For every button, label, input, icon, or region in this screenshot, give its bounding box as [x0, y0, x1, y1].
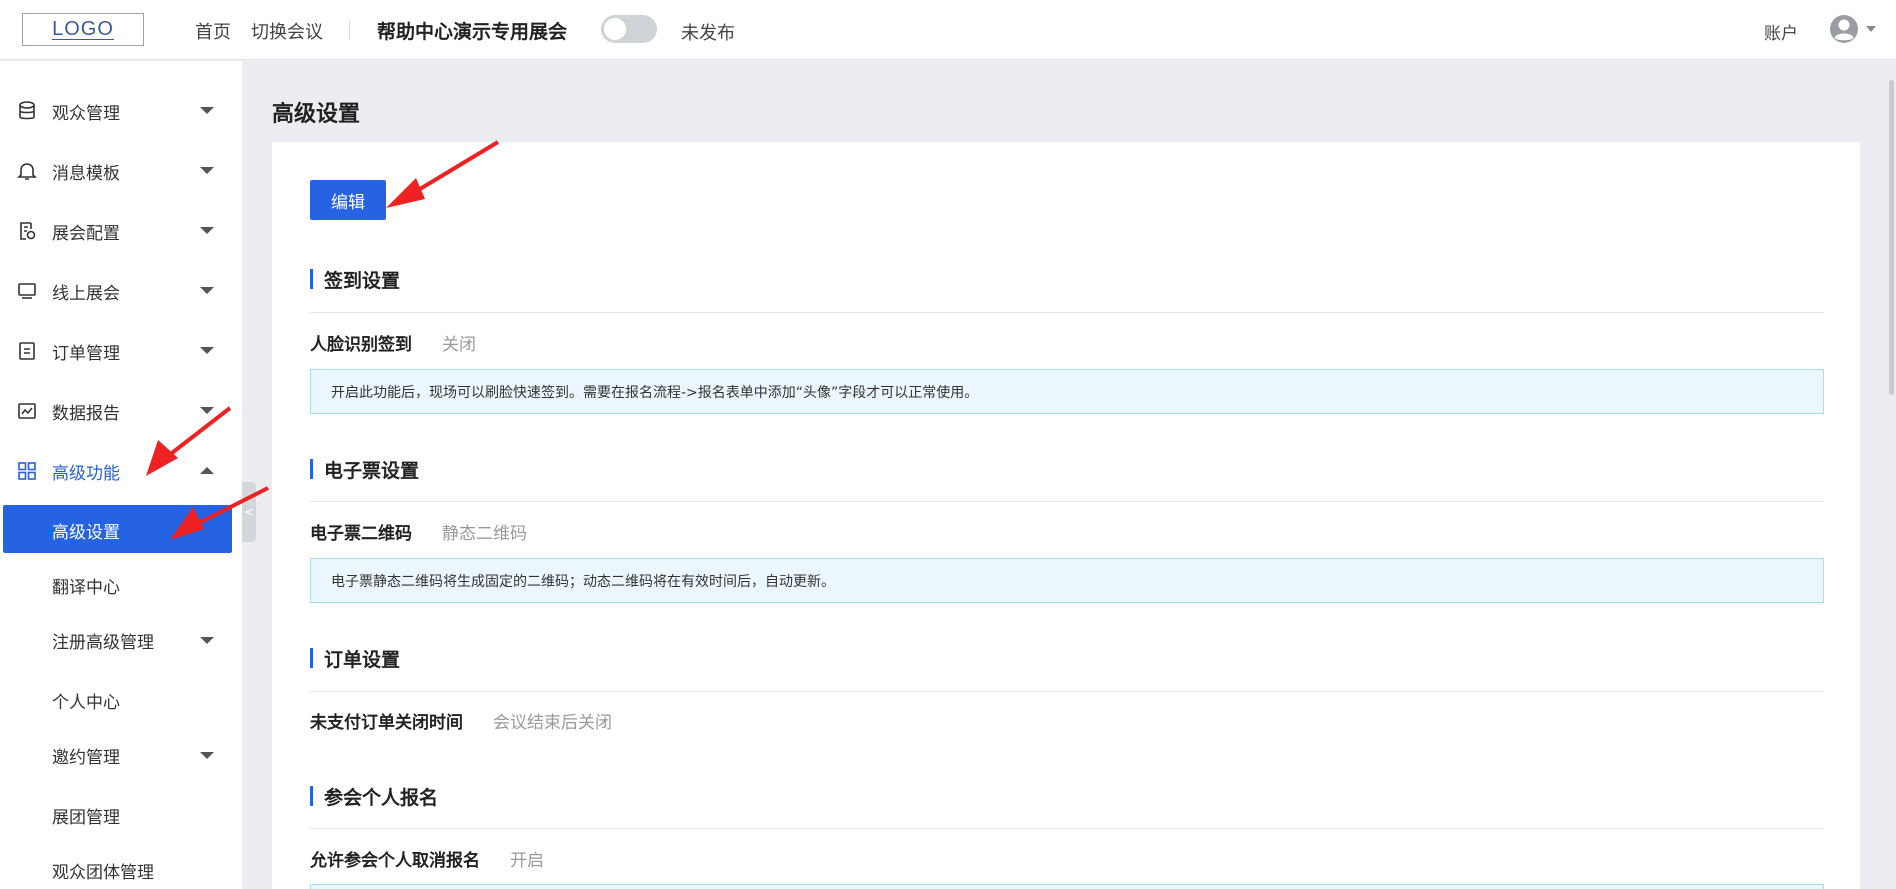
user-avatar-icon[interactable] [1829, 14, 1859, 44]
sidebar-item-label: 订单管理 [52, 344, 120, 364]
field-value: 会议结束后关闭 [493, 713, 612, 733]
page-scrollbar[interactable] [1889, 80, 1894, 395]
account-link[interactable]: 账户 [1764, 19, 1798, 44]
sidebar-item-online-expo[interactable]: 线上展会 [0, 268, 242, 312]
field-label: 人脸识别签到 [310, 335, 412, 355]
chevron-down-icon [200, 752, 214, 759]
sidebar-subitem-audience-group[interactable]: 观众团体管理 [0, 845, 242, 889]
divider [310, 828, 1824, 829]
divider [310, 691, 1824, 692]
section-title: 电子票设置 [324, 459, 420, 482]
sidebar-subitem-label: 展团管理 [52, 808, 120, 828]
database-icon [19, 101, 35, 120]
info-note [310, 884, 1824, 889]
publish-status: 未发布 [681, 23, 735, 44]
info-note: 开启此功能后，现场可以刷脸快速签到。需要在报名流程->报名表单中添加“头像”字段… [310, 369, 1824, 414]
sidebar-item-label: 线上展会 [52, 284, 120, 304]
field-value: 关闭 [442, 335, 476, 355]
nav-home-link[interactable]: 首页 [195, 18, 231, 44]
top-header: LOGO 首页 切换会议 帮助中心演示专用展会 未发布 账户 [0, 0, 1896, 60]
publish-toggle[interactable] [601, 15, 657, 43]
divider [310, 312, 1824, 313]
sidebar-item-label: 观众管理 [52, 104, 120, 124]
avatar-chevron-down-icon[interactable] [1866, 26, 1876, 32]
field-row: 未支付订单关闭时间 会议结束后关闭 [310, 708, 612, 733]
sidebar-subitem-translation-center[interactable]: 翻译中心 [0, 560, 242, 608]
section-header: 参会个人报名 [310, 784, 439, 809]
sidebar-subitem-label: 翻译中心 [52, 578, 120, 598]
logo[interactable]: LOGO [22, 13, 144, 46]
chevron-down-icon [200, 227, 214, 234]
section-accent-bar [310, 786, 313, 806]
field-row: 允许参会个人取消报名 开启 [310, 846, 544, 871]
chevron-down-icon [200, 637, 214, 644]
field-label: 允许参会个人取消报名 [310, 851, 480, 871]
header-divider [349, 20, 350, 40]
field-label: 未支付订单关闭时间 [310, 713, 463, 733]
sidebar-item-advanced-features[interactable]: 高级功能 [0, 448, 242, 492]
field-value: 静态二维码 [442, 524, 527, 544]
section-title: 签到设置 [324, 269, 401, 292]
chevron-down-icon [200, 407, 214, 414]
sidebar-item-label: 高级功能 [52, 464, 120, 484]
section-header: 订单设置 [310, 646, 401, 671]
chevron-down-icon [200, 167, 214, 174]
sidebar-item-message-template[interactable]: 消息模板 [0, 148, 242, 192]
sidebar-item-audience[interactable]: 观众管理 [0, 88, 242, 132]
sidebar-subitem-advanced-settings[interactable]: 高级设置 [3, 505, 232, 553]
monitor-icon [18, 283, 36, 299]
sidebar-subitem-invitation[interactable]: 邀约管理 [0, 730, 242, 778]
info-note: 电子票静态二维码将生成固定的二维码；动态二维码将在有效时间后，自动更新。 [310, 558, 1824, 603]
field-label: 电子票二维码 [310, 524, 412, 544]
sidebar-subitem-registration-advanced[interactable]: 注册高级管理 [0, 615, 242, 663]
sidebar-subitem-delegation[interactable]: 展团管理 [0, 790, 242, 838]
order-doc-icon [19, 342, 35, 360]
chevron-left-icon: < [243, 505, 255, 519]
sidebar-subitem-label: 注册高级管理 [52, 633, 154, 653]
section-accent-bar [310, 648, 313, 668]
sidebar-subitem-label: 个人中心 [52, 693, 120, 713]
settings-card: 编辑 签到设置 人脸识别签到 关闭 开启此功能后，现场可以刷脸快速签到。需要在报名… [272, 142, 1860, 889]
sidebar-item-label: 展会配置 [52, 224, 120, 244]
chevron-down-icon [200, 107, 214, 114]
section-header: 签到设置 [310, 267, 401, 292]
page-title: 高级设置 [272, 102, 361, 127]
nav-switch-meeting-link[interactable]: 切换会议 [251, 18, 323, 44]
sidebar-subitem-label: 观众团体管理 [52, 863, 154, 883]
grid-icon [18, 462, 36, 480]
sidebar-item-data-report[interactable]: 数据报告 [0, 388, 242, 432]
chevron-up-icon [200, 467, 214, 474]
sidebar-subitem-label: 邀约管理 [52, 748, 120, 768]
section-accent-bar [310, 459, 313, 479]
sidebar-subitem-personal-center[interactable]: 个人中心 [0, 675, 242, 723]
doc-settings-icon [20, 222, 36, 240]
field-value: 开启 [510, 851, 544, 871]
section-header: 电子票设置 [310, 457, 420, 482]
field-row: 人脸识别签到 关闭 [310, 330, 476, 355]
sidebar-collapse-handle[interactable]: < [242, 482, 256, 542]
bell-icon [17, 163, 37, 180]
expo-title: 帮助中心演示专用展会 [377, 21, 568, 43]
section-accent-bar [310, 269, 313, 289]
sidebar: 观众管理 消息模板 展会配置 线上展会 订单管理 数据报告 高级功能 高级设置 … [0, 61, 242, 889]
sidebar-item-label: 数据报告 [52, 404, 120, 424]
sidebar-subitem-label: 高级设置 [52, 523, 120, 543]
chart-icon [18, 403, 36, 419]
edit-button[interactable]: 编辑 [310, 180, 386, 220]
top-nav: 首页 切换会议 [195, 18, 323, 44]
chevron-down-icon [200, 347, 214, 354]
chevron-down-icon [200, 287, 214, 294]
divider [310, 501, 1824, 502]
section-title: 订单设置 [324, 648, 401, 671]
sidebar-item-orders[interactable]: 订单管理 [0, 328, 242, 372]
section-title: 参会个人报名 [324, 786, 439, 809]
toggle-knob [604, 18, 626, 40]
field-row: 电子票二维码 静态二维码 [310, 519, 527, 544]
sidebar-item-label: 消息模板 [52, 164, 120, 184]
sidebar-item-expo-config[interactable]: 展会配置 [0, 208, 242, 252]
